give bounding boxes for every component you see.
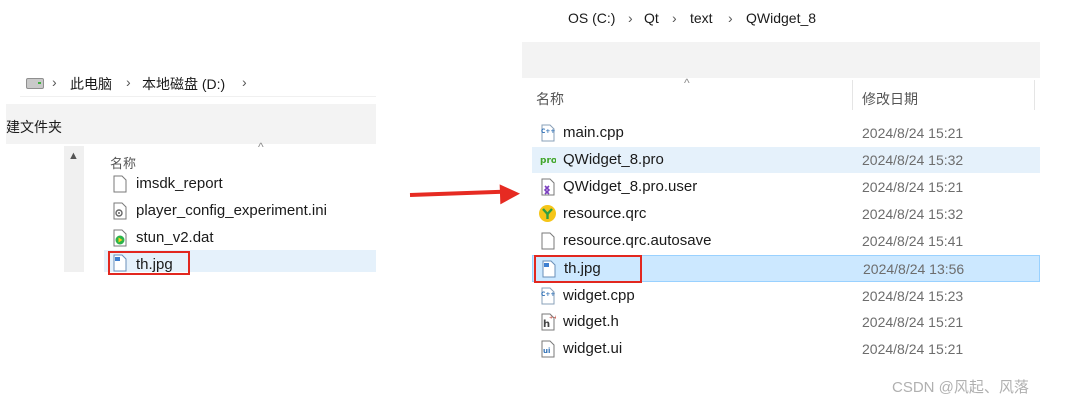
config-file-icon — [113, 202, 127, 220]
list-item[interactable]: imsdk_report — [110, 175, 370, 195]
table-row[interactable]: C++ widget.cpp 2024/8/24 15:23 — [532, 283, 1040, 307]
file-name: widget.ui — [563, 340, 623, 357]
table-row[interactable]: ui widget.ui 2024/8/24 15:21 — [532, 336, 1040, 362]
file-name: main.cpp — [563, 124, 624, 141]
left-column-name[interactable]: 名称 — [110, 153, 136, 172]
watermark: CSDN @风起、风落 — [892, 379, 1029, 396]
qt-pro-file-icon: pro — [540, 156, 556, 166]
file-name: stun_v2.dat — [136, 229, 214, 246]
chevron-right-icon[interactable]: › — [728, 10, 733, 26]
header-file-icon: h ++ — [541, 313, 556, 331]
media-file-icon — [113, 229, 127, 247]
chevron-right-icon[interactable]: › — [126, 74, 131, 90]
svg-text:C++: C++ — [541, 128, 555, 135]
chevron-right-icon[interactable]: › — [242, 74, 247, 90]
breadcrumb-os-c[interactable]: OS (C:) — [568, 10, 615, 26]
left-scrollbar[interactable] — [64, 146, 84, 272]
breadcrumb-text[interactable]: text — [690, 10, 713, 26]
blank-file-icon — [113, 175, 127, 193]
file-date: 2024/8/24 15:41 — [862, 233, 964, 249]
arrow-line — [409, 189, 507, 197]
file-date: 2024/8/24 15:21 — [862, 341, 964, 357]
file-name: resource.qrc — [563, 205, 647, 222]
scroll-up-icon[interactable]: ▲ — [68, 150, 79, 162]
svg-text:++: ++ — [549, 315, 556, 321]
file-date: 2024/8/24 15:32 — [862, 206, 964, 222]
breadcrumb-qwidget-8[interactable]: QWidget_8 — [746, 10, 816, 26]
file-name: widget.h — [563, 313, 619, 330]
file-name: resource.qrc.autosave — [563, 232, 712, 249]
cpp-file-icon: C++ — [541, 287, 555, 305]
arrow-right-icon — [499, 183, 521, 205]
svg-text:ui: ui — [543, 347, 550, 355]
table-row[interactable]: C++ main.cpp 2024/8/24 15:21 — [532, 120, 1040, 146]
svg-text:pro: pro — [540, 156, 556, 166]
file-name: imsdk_report — [136, 175, 223, 192]
file-date: 2024/8/24 13:56 — [863, 261, 965, 277]
highlight-box — [534, 255, 642, 283]
column-divider[interactable] — [852, 80, 853, 110]
ui-file-icon: ui — [541, 340, 555, 358]
new-folder-button[interactable]: 建文件夹 — [6, 117, 62, 137]
highlight-box — [108, 251, 190, 275]
file-date: 2024/8/24 15:21 — [862, 314, 964, 330]
file-name: widget.cpp — [563, 287, 635, 304]
file-date: 2024/8/24 15:23 — [862, 288, 964, 304]
cpp-file-icon: C++ — [541, 124, 555, 142]
right-column-date[interactable]: 修改日期 — [862, 89, 918, 109]
file-date: 2024/8/24 15:32 — [862, 152, 964, 168]
table-row[interactable]: h ++ widget.h 2024/8/24 15:21 — [532, 309, 1040, 335]
sort-ascending-icon: ^ — [684, 76, 690, 90]
list-item[interactable]: player_config_experiment.ini — [110, 202, 370, 222]
column-divider[interactable] — [1034, 80, 1035, 110]
right-toolbar — [522, 42, 1040, 78]
list-item[interactable]: stun_v2.dat — [110, 229, 370, 249]
table-row[interactable]: pro QWidget_8.pro 2024/8/24 15:32 — [532, 147, 1040, 173]
chevron-right-icon[interactable]: › — [672, 10, 677, 26]
right-address-bar[interactable]: OS (C:) › Qt › text › QWidget_8 — [560, 4, 940, 32]
file-name: QWidget_8.pro.user — [563, 178, 698, 195]
file-name: QWidget_8.pro — [563, 151, 664, 168]
table-row[interactable]: resource.qrc 2024/8/24 15:32 — [532, 201, 1040, 227]
chevron-right-icon[interactable]: › — [628, 10, 633, 26]
file-name: player_config_experiment.ini — [136, 202, 327, 219]
right-column-name[interactable]: 名称 — [536, 89, 564, 109]
breadcrumb-this-pc[interactable]: 此电脑 — [70, 74, 112, 94]
file-date: 2024/8/24 15:21 — [862, 179, 964, 195]
table-row[interactable]: resource.qrc.autosave 2024/8/24 15:41 — [532, 228, 1040, 254]
file-date: 2024/8/24 15:21 — [862, 125, 964, 141]
blank-file-icon — [541, 232, 555, 250]
visual-studio-file-icon — [541, 178, 555, 196]
drive-icon — [26, 78, 44, 89]
qrc-file-icon — [539, 205, 556, 222]
table-row[interactable]: QWidget_8.pro.user 2024/8/24 15:21 — [532, 174, 1040, 200]
chevron-right-icon[interactable]: › — [52, 74, 57, 90]
breadcrumb-qt[interactable]: Qt — [644, 10, 659, 26]
svg-text:C++: C++ — [541, 291, 555, 298]
breadcrumb-local-disk[interactable]: 本地磁盘 (D:) — [142, 74, 225, 94]
sort-ascending-icon: ^ — [258, 140, 264, 154]
